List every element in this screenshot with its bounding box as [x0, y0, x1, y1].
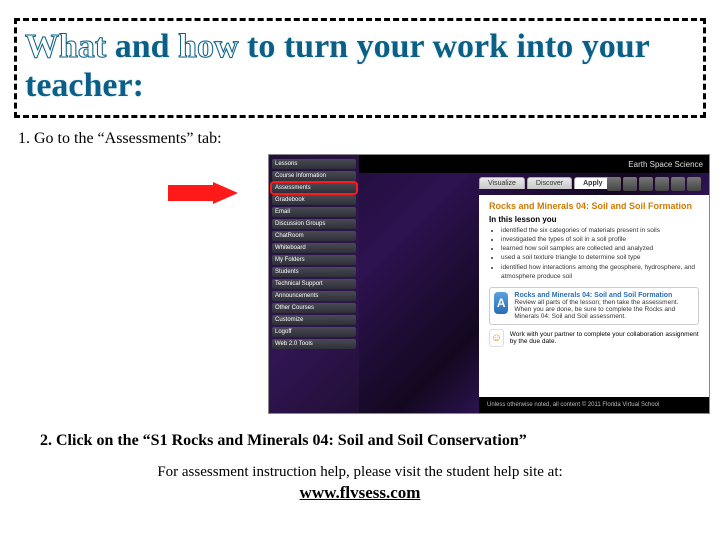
sidebar-item-course-info[interactable]: Course Information: [272, 171, 356, 181]
lms-screenshot: Earth Space Science Lessons Course Infor…: [268, 154, 710, 414]
red-arrow-icon: [168, 182, 238, 204]
lesson-title: Rocks and Minerals 04: Soil and Soil For…: [489, 201, 699, 211]
tool-icon[interactable]: [639, 177, 653, 191]
sidebar-item-gradebook[interactable]: Gradebook: [272, 195, 356, 205]
sidebar-item-myfolders[interactable]: My Folders: [272, 255, 356, 265]
tab-apply[interactable]: Apply: [574, 177, 611, 189]
lms-topbar: Earth Space Science: [359, 155, 709, 173]
assessment-badge-icon: A: [494, 292, 508, 314]
tool-icon[interactable]: [623, 177, 637, 191]
tool-icon[interactable]: [671, 177, 685, 191]
lesson-bullets: identified the six categories of materia…: [501, 226, 699, 281]
title-box: What and how to turn your work into your…: [14, 18, 706, 118]
sidebar-item-techsupport[interactable]: Technical Support: [272, 279, 356, 289]
help-instruction-text: For assessment instruction help, please …: [0, 464, 720, 481]
page-title: What and how to turn your work into your…: [25, 27, 695, 105]
lms-sidebar: Lessons Course Information Assessments G…: [269, 155, 359, 413]
title-word-and: and: [106, 28, 178, 65]
tab-discover[interactable]: Discover: [527, 177, 572, 189]
assessment-card[interactable]: A Rocks and Minerals 04: Soil and Soil F…: [489, 287, 699, 325]
sidebar-item-discussion[interactable]: Discussion Groups: [272, 219, 356, 229]
screenshot-row: Earth Space Science Lessons Course Infor…: [18, 154, 710, 414]
assessment-card-title: Rocks and Minerals 04: Soil and Soil For…: [514, 292, 672, 299]
assessment-card-line2: When you are done, be sure to complete t…: [514, 306, 675, 320]
sidebar-item-customize[interactable]: Customize: [272, 315, 356, 325]
tab-visualize[interactable]: Visualize: [479, 177, 525, 189]
help-site-link[interactable]: www.flvsess.com: [0, 483, 720, 503]
sidebar-item-lessons[interactable]: Lessons: [272, 159, 356, 169]
tool-icon[interactable]: [655, 177, 669, 191]
assessment-card-text: Rocks and Minerals 04: Soil and Soil For…: [514, 292, 694, 320]
sidebar-item-announcements[interactable]: Announcements: [272, 291, 356, 301]
step-1-text: 1. Go to the “Assessments” tab:: [18, 130, 720, 148]
bullet-item: learned how soil samples are collected a…: [501, 244, 699, 253]
partner-text: Work with your partner to complete your …: [510, 331, 699, 345]
bullet-item: used a soil texture triangle to determin…: [501, 253, 699, 262]
bullet-item: identified how interactions among the ge…: [501, 263, 699, 281]
sidebar-item-assessments[interactable]: Assessments: [272, 183, 356, 193]
bullet-item: investigated the types of soil in a soil…: [501, 235, 699, 244]
section-heading: In this lesson you: [489, 215, 699, 224]
tool-icon[interactable]: [687, 177, 701, 191]
assessment-card-line1: Review all parts of the lesson; then tak…: [514, 299, 678, 306]
step-2-text: 2. Click on the “S1 Rocks and Minerals 0…: [40, 432, 720, 450]
bullet-item: identified the six categories of materia…: [501, 226, 699, 235]
sidebar-item-chatroom[interactable]: ChatRoom: [272, 231, 356, 241]
arrow-column: [18, 154, 268, 414]
course-name-label: Earth Space Science: [628, 160, 703, 169]
sidebar-item-web20[interactable]: Web 2.0 Tools: [272, 339, 356, 349]
lms-content-panel: Rocks and Minerals 04: Soil and Soil For…: [479, 195, 709, 413]
sidebar-item-othercourses[interactable]: Other Courses: [272, 303, 356, 313]
copyright-text: Unless otherwise noted, all content © 20…: [487, 402, 659, 408]
lms-footer: Unless otherwise noted, all content © 20…: [479, 397, 709, 413]
sidebar-item-students[interactable]: Students: [272, 267, 356, 277]
sidebar-item-whiteboard[interactable]: Whiteboard: [272, 243, 356, 253]
sidebar-item-logoff[interactable]: Logoff: [272, 327, 356, 337]
lms-tool-icons: [607, 177, 701, 191]
tool-icon[interactable]: [607, 177, 621, 191]
partner-row: ☺ Work with your partner to complete you…: [489, 329, 699, 347]
partner-icon: ☺: [489, 329, 504, 347]
title-word-what: What: [25, 28, 106, 65]
title-word-how: how: [178, 28, 238, 65]
lms-tabs: Visualize Discover Apply: [479, 177, 612, 189]
sidebar-item-email[interactable]: Email: [272, 207, 356, 217]
